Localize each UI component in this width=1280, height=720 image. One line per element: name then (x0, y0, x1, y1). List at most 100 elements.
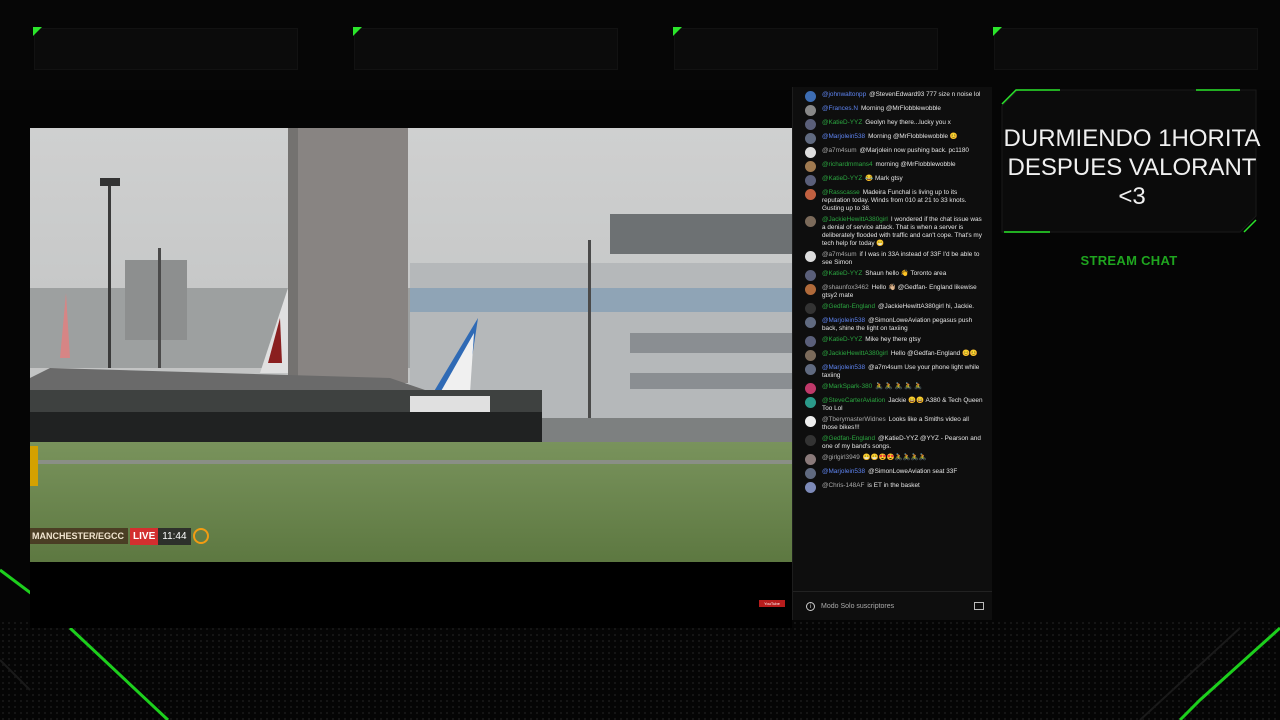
chat-text: Morning @MrFlobblewobble (860, 105, 941, 112)
chat-author[interactable]: @KatieD-YYZ (822, 175, 862, 182)
top-slot-4 (993, 27, 1258, 70)
chat-text: Mike hey there gtsy (865, 336, 921, 343)
chat-message[interactable]: @Marjolein538 Morning @MrFlobblewobble 😊 (793, 133, 992, 144)
chat-message[interactable]: @Gedfan-England @KatieD-YYZ @YYZ - Pearso… (793, 435, 992, 451)
avatar[interactable] (805, 416, 816, 427)
avatar[interactable] (805, 284, 816, 295)
chat-author[interactable]: @Chris-148AF (822, 482, 864, 489)
chat-author[interactable]: @JackieHewittA380girl (822, 350, 888, 357)
avatar[interactable] (805, 216, 816, 227)
chat-author[interactable]: @SteveCarterAviation (822, 397, 885, 404)
chat-text: Geolyn hey there...lucky you x (865, 119, 951, 126)
chat-message[interactable]: @a7m4sum @Marjolein now pushing back. pc1… (793, 147, 992, 158)
chat-author[interactable]: @Gedfan-England (822, 435, 875, 442)
chat-author[interactable]: @Marjolein538 (822, 133, 865, 140)
chat-message[interactable]: @JackieHewittA380girl I wondered if the c… (793, 216, 992, 248)
chat-message-body: @Marjolein538 @SimonLoweAviation seat 33F (822, 468, 984, 479)
avatar[interactable] (805, 317, 816, 328)
info-icon[interactable]: i (806, 601, 815, 611)
chat-author[interactable]: @a7m4sum (822, 147, 857, 154)
chat-footer: i Modo Solo suscriptores (793, 591, 992, 620)
chat-message-body: @a7m4sum @Marjolein now pushing back. pc1… (822, 147, 984, 158)
avatar[interactable] (805, 270, 816, 281)
avatar[interactable] (805, 133, 816, 144)
avatar[interactable] (805, 251, 816, 262)
chat-message[interactable]: @girlgirl3949 😁😁😍😍🚴🚴🚴🚴 (793, 454, 992, 465)
avatar[interactable] (805, 350, 816, 361)
chat-message-body: @JackieHewittA380girl I wondered if the c… (822, 216, 984, 248)
chat-text: 😁😁😍😍🚴🚴🚴🚴 (862, 454, 927, 461)
chat-author[interactable]: @Marjolein538 (822, 317, 865, 324)
chat-author[interactable]: @KatieD-YYZ (822, 119, 862, 126)
avatar[interactable] (805, 189, 816, 200)
chat-message[interactable]: @KatieD-YYZ Mike hey there gtsy (793, 336, 992, 347)
chat-message-body: @Gedfan-England @KatieD-YYZ @YYZ - Pearso… (822, 435, 984, 451)
youtube-badge[interactable]: YouTube (759, 600, 785, 607)
chat-message[interactable]: @richardmmans4 morning @MrFlobblewobble (793, 161, 992, 172)
avatar[interactable] (805, 336, 816, 347)
chat-message[interactable]: @johnwaltonpp @StevenEdward93 777 size n … (793, 91, 992, 102)
avatar[interactable] (805, 161, 816, 172)
chat-author[interactable]: @johnwaltonpp (822, 91, 866, 98)
chat-author[interactable]: @richardmmans4 (822, 161, 873, 168)
chat-author[interactable]: @shaunfox3462 (822, 284, 869, 291)
live-chat-panel[interactable]: @johnwaltonpp @StevenEdward93 777 size n … (792, 87, 992, 620)
chat-message[interactable]: @SteveCarterAviation Jackie 😄😄 A380 & Tec… (793, 397, 992, 413)
chat-message[interactable]: @KatieD-YYZ Shaun hello 👋 Toronto area (793, 270, 992, 281)
avatar[interactable] (805, 175, 816, 186)
chat-message[interactable]: @JackieHewittA380girl Hello @Gedfan-Engla… (793, 350, 992, 361)
chat-text: @StevenEdward93 777 size n noise lol (869, 91, 981, 98)
avatar[interactable] (805, 303, 816, 314)
chat-message[interactable]: @TberymasterWidnes Looks like a Smiths vi… (793, 416, 992, 432)
chat-message[interactable]: @Marjolein538 @a7m4sum Use your phone lig… (793, 364, 992, 380)
chat-author[interactable]: @Marjolein538 (822, 468, 865, 475)
chat-text: @SimonLoweAviation seat 33F (868, 468, 958, 475)
avatar[interactable] (805, 119, 816, 130)
camera-overlay: MANCHESTER/EGCC LIVE 11:44 (30, 526, 209, 546)
emoji-picker-icon[interactable] (974, 602, 984, 610)
airport-scene (30, 128, 792, 562)
chat-message-body: @KatieD-YYZ Geolyn hey there...lucky you … (822, 119, 984, 130)
chat-message[interactable]: @Marjolein538 @SimonLoweAviation pegasus … (793, 317, 992, 333)
chat-author[interactable]: @Rasscasse (822, 189, 860, 196)
chat-author[interactable]: @Frances.N (822, 105, 858, 112)
chat-message[interactable]: @Chris-148AF is ET in the basket (793, 482, 992, 493)
chat-message-body: @Marjolein538 Morning @MrFlobblewobble 😊 (822, 133, 984, 144)
chat-message[interactable]: @KatieD-YYZ Geolyn hey there...lucky you … (793, 119, 992, 130)
chat-author[interactable]: @Gedfan-England (822, 303, 875, 310)
avatar[interactable] (805, 91, 816, 102)
avatar[interactable] (805, 435, 816, 446)
chat-author[interactable]: @Marjolein538 (822, 364, 865, 371)
chat-message[interactable]: @a7m4sum if I was in 33A instead of 33F I… (793, 251, 992, 267)
chat-author[interactable]: @KatieD-YYZ (822, 270, 862, 277)
avatar[interactable] (805, 105, 816, 116)
chat-message[interactable]: @Frances.N Morning @MrFlobblewobble (793, 105, 992, 116)
chat-message[interactable]: @Gedfan-England @JackieHewittA380girl hi,… (793, 303, 992, 314)
chat-message[interactable]: @Marjolein538 @SimonLoweAviation seat 33F (793, 468, 992, 479)
avatar[interactable] (805, 147, 816, 158)
chat-message[interactable]: @KatieD-YYZ 😂 Mark gtsy (793, 175, 992, 186)
video-player[interactable] (30, 128, 792, 562)
chat-message[interactable]: @shaunfox3462 Hello 👋🏼 @Gedfan- England l… (793, 284, 992, 300)
chat-author[interactable]: @KatieD-YYZ (822, 336, 862, 343)
top-slot-3 (673, 27, 938, 70)
avatar[interactable] (805, 468, 816, 479)
avatar[interactable] (805, 482, 816, 493)
camera-location: MANCHESTER/EGCC (30, 528, 129, 544)
chat-author[interactable]: @girlgirl3949 (822, 454, 860, 461)
chat-text: Shaun hello 👋 Toronto area (865, 270, 947, 277)
chat-message-body: @Chris-148AF is ET in the basket (822, 482, 984, 493)
chat-message[interactable]: @MarkSpark-380 🚴 🚴 🚴 🚴 🚴 (793, 383, 992, 394)
avatar[interactable] (805, 383, 816, 394)
chat-author[interactable]: @JackieHewittA380girl (822, 216, 888, 223)
avatar[interactable] (805, 454, 816, 465)
chat-author[interactable]: @TberymasterWidnes (822, 416, 886, 423)
avatar[interactable] (805, 397, 816, 408)
chat-message-body: @a7m4sum if I was in 33A instead of 33F I… (822, 251, 984, 267)
chat-message-body: @Rasscasse Madeira Funchal is living up t… (822, 189, 984, 213)
chat-message-list[interactable]: @johnwaltonpp @StevenEdward93 777 size n … (793, 91, 992, 589)
chat-author[interactable]: @MarkSpark-380 (822, 383, 872, 390)
chat-author[interactable]: @a7m4sum (822, 251, 857, 258)
chat-message[interactable]: @Rasscasse Madeira Funchal is living up t… (793, 189, 992, 213)
avatar[interactable] (805, 364, 816, 375)
